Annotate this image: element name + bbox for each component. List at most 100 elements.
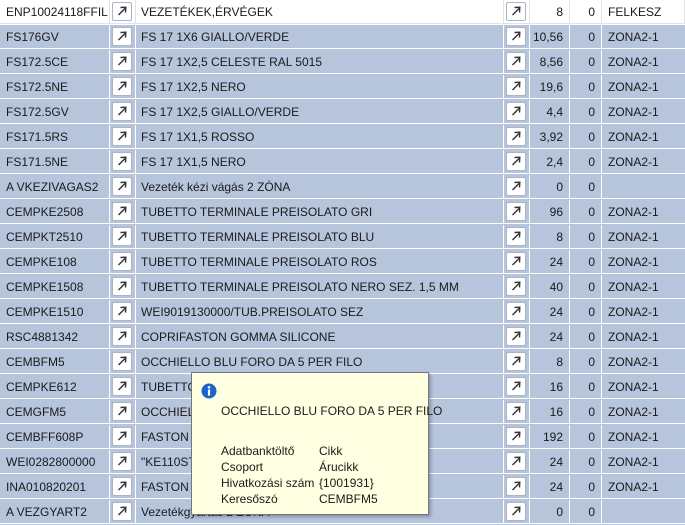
open-detail-button[interactable] <box>506 202 526 221</box>
zone-cell[interactable]: FELKESZ <box>602 0 685 24</box>
secondary-quantity-cell[interactable]: 0 <box>570 100 602 124</box>
open-item-button[interactable] <box>112 152 132 171</box>
item-code-cell[interactable]: INA010820201 <box>0 475 110 499</box>
quantity-cell[interactable]: 8 <box>530 0 570 24</box>
secondary-quantity-cell[interactable]: 0 <box>570 425 602 449</box>
quantity-cell[interactable]: 0 <box>530 500 570 524</box>
open-detail-button[interactable] <box>506 77 526 96</box>
quantity-cell[interactable]: 16 <box>530 400 570 424</box>
description-cell[interactable]: FS 17 1X2,5 GIALLO/VERDE <box>136 100 504 124</box>
open-item-button[interactable] <box>112 227 132 246</box>
open-detail-button[interactable] <box>506 227 526 246</box>
secondary-quantity-cell[interactable]: 0 <box>570 275 602 299</box>
open-item-button[interactable] <box>112 377 132 396</box>
open-detail-button[interactable] <box>506 127 526 146</box>
table-row[interactable]: FS172.5NE FS 17 1X2,5 NERO 19,6 0 ZONA2-1 <box>0 75 685 100</box>
quantity-cell[interactable]: 8,56 <box>530 50 570 74</box>
description-cell[interactable]: FS 17 1X2,5 NERO <box>136 75 504 99</box>
item-code-cell[interactable]: FS172.5GV <box>0 100 110 124</box>
secondary-quantity-cell[interactable]: 0 <box>570 300 602 324</box>
open-detail-button[interactable] <box>506 502 526 521</box>
item-code-cell[interactable]: ENP10024118FFIL <box>0 0 110 24</box>
zone-cell[interactable]: ZONA2-1 <box>602 400 685 424</box>
item-code-cell[interactable]: FS171.5NE <box>0 150 110 174</box>
open-item-button[interactable] <box>112 402 132 421</box>
item-code-cell[interactable]: CEMPKE1510 <box>0 300 110 324</box>
secondary-quantity-cell[interactable]: 0 <box>570 50 602 74</box>
description-cell[interactable]: TUBETTO TERMINALE PREISOLATO GRI <box>136 200 504 224</box>
zone-cell[interactable]: ZONA2-1 <box>602 125 685 149</box>
open-detail-button[interactable] <box>506 427 526 446</box>
item-code-cell[interactable]: FS176GV <box>0 25 110 49</box>
description-cell[interactable]: VEZETÉKEK,ÉRVÉGEK <box>136 0 504 24</box>
quantity-cell[interactable]: 192 <box>530 425 570 449</box>
description-cell[interactable]: WEI9019130000/TUB.PREISOLATO SEZ <box>136 300 504 324</box>
quantity-cell[interactable]: 24 <box>530 475 570 499</box>
open-item-button[interactable] <box>112 302 132 321</box>
description-cell[interactable]: COPRIFASTON GOMMA SILICONE <box>136 325 504 349</box>
item-code-cell[interactable]: RSC4881342 <box>0 325 110 349</box>
secondary-quantity-cell[interactable]: 0 <box>570 475 602 499</box>
table-row[interactable]: FS171.5NE FS 17 1X1,5 NERO 2,4 0 ZONA2-1 <box>0 150 685 175</box>
open-detail-button[interactable] <box>506 27 526 46</box>
item-code-cell[interactable]: A VEZGYART2 <box>0 500 110 524</box>
secondary-quantity-cell[interactable]: 0 <box>570 375 602 399</box>
item-code-cell[interactable]: CEMBFM5 <box>0 350 110 374</box>
description-cell[interactable]: FS 17 1X1,5 ROSSO <box>136 125 504 149</box>
zone-cell[interactable]: ZONA2-1 <box>602 350 685 374</box>
description-cell[interactable]: FS 17 1X1,5 NERO <box>136 150 504 174</box>
secondary-quantity-cell[interactable]: 0 <box>570 175 602 199</box>
open-item-button[interactable] <box>112 252 132 271</box>
secondary-quantity-cell[interactable]: 0 <box>570 500 602 524</box>
zone-cell[interactable]: ZONA2-1 <box>602 50 685 74</box>
description-cell[interactable]: TUBETTO TERMINALE PREISOLATO ROS <box>136 250 504 274</box>
secondary-quantity-cell[interactable]: 0 <box>570 325 602 349</box>
open-detail-button[interactable] <box>506 402 526 421</box>
table-row[interactable]: FS172.5GV FS 17 1X2,5 GIALLO/VERDE 4,4 0 ZON… <box>0 100 685 125</box>
zone-cell[interactable]: ZONA2-1 <box>602 250 685 274</box>
quantity-cell[interactable]: 96 <box>530 200 570 224</box>
secondary-quantity-cell[interactable]: 0 <box>570 250 602 274</box>
item-code-cell[interactable]: CEMPKE612 <box>0 375 110 399</box>
description-cell[interactable]: Vezeték kézi vágás 2 ZÓNA <box>136 175 504 199</box>
secondary-quantity-cell[interactable]: 0 <box>570 125 602 149</box>
secondary-quantity-cell[interactable]: 0 <box>570 25 602 49</box>
description-cell[interactable]: FS 17 1X6 GIALLO/VERDE <box>136 25 504 49</box>
item-code-cell[interactable]: FS172.5CE <box>0 50 110 74</box>
table-row[interactable]: CEMPKE2508 TUBETTO TERMINALE PREISOLATO G… <box>0 200 685 225</box>
description-cell[interactable]: FS 17 1X2,5 CELESTE RAL 5015 <box>136 50 504 74</box>
open-detail-button[interactable] <box>506 352 526 371</box>
table-row[interactable]: CEMPKE1508 TUBETTO TERMINALE PREISOLATO N… <box>0 275 685 300</box>
open-detail-button[interactable] <box>506 377 526 396</box>
open-item-button[interactable] <box>112 127 132 146</box>
open-detail-button[interactable] <box>506 327 526 346</box>
table-row[interactable]: CEMPKT2510 TUBETTO TERMINALE PREISOLATO B… <box>0 225 685 250</box>
quantity-cell[interactable]: 24 <box>530 450 570 474</box>
table-row[interactable]: FS176GV FS 17 1X6 GIALLO/VERDE 10,56 0 ZONA2… <box>0 25 685 50</box>
table-row[interactable]: A VKEZIVAGAS2 Vezeték kézi vágás 2 ZÓNA 0 0 <box>0 175 685 200</box>
quantity-cell[interactable]: 16 <box>530 375 570 399</box>
open-detail-button[interactable] <box>506 252 526 271</box>
open-item-button[interactable] <box>112 352 132 371</box>
zone-cell[interactable]: ZONA2-1 <box>602 225 685 249</box>
open-detail-button[interactable] <box>506 177 526 196</box>
open-item-button[interactable] <box>112 277 132 296</box>
zone-cell[interactable]: ZONA2-1 <box>602 150 685 174</box>
open-item-button[interactable] <box>112 202 132 221</box>
quantity-cell[interactable]: 0 <box>530 175 570 199</box>
open-detail-button[interactable] <box>506 152 526 171</box>
open-item-button[interactable] <box>112 177 132 196</box>
zone-cell[interactable]: ZONA2-1 <box>602 275 685 299</box>
secondary-quantity-cell[interactable]: 0 <box>570 200 602 224</box>
open-item-button[interactable] <box>112 77 132 96</box>
secondary-quantity-cell[interactable]: 0 <box>570 75 602 99</box>
open-detail-button[interactable] <box>506 477 526 496</box>
quantity-cell[interactable]: 24 <box>530 300 570 324</box>
open-detail-button[interactable] <box>506 52 526 71</box>
quantity-cell[interactable]: 2,4 <box>530 150 570 174</box>
item-code-cell[interactable]: CEMGFM5 <box>0 400 110 424</box>
zone-cell[interactable]: ZONA2-1 <box>602 450 685 474</box>
open-item-button[interactable] <box>112 477 132 496</box>
open-item-button[interactable] <box>112 52 132 71</box>
quantity-cell[interactable]: 3,92 <box>530 125 570 149</box>
